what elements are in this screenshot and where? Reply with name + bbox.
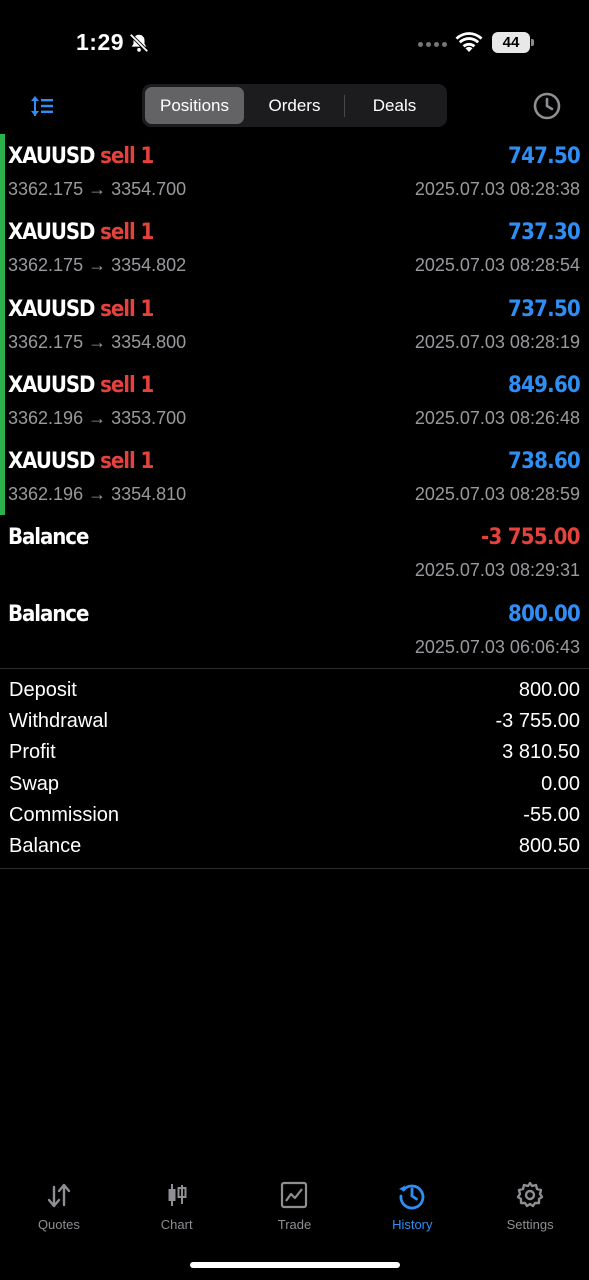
balance-label: Balance: [8, 525, 89, 551]
balance-amount: -3 755.00: [481, 525, 581, 551]
balance-row[interactable]: Balance 800.00 2025.07.03 06:06:43: [0, 592, 589, 668]
battery-tip: [531, 39, 534, 46]
quotes-arrows-icon: [47, 1183, 71, 1208]
tab-label: Quotes: [37, 1217, 80, 1232]
segment-deals[interactable]: Deals: [345, 87, 444, 124]
deal-profit: 849.60: [507, 372, 581, 398]
deal-time: 2025.07.03 08:28:19: [414, 331, 580, 352]
bell-slash-icon: [129, 33, 149, 53]
summary-label: Deposit: [9, 679, 77, 701]
segmented-control: Positions Orders Deals: [142, 84, 447, 127]
tab-label: Chart: [160, 1217, 193, 1232]
segment-positions[interactable]: Positions: [145, 87, 244, 124]
summary-label: Withdrawal: [9, 710, 108, 733]
tab-label: History: [392, 1217, 433, 1232]
segment-orders[interactable]: Orders: [245, 87, 344, 124]
history-icon: [399, 1184, 425, 1210]
tab-chart[interactable]: Chart: [118, 1172, 236, 1242]
gear-icon: [516, 1181, 544, 1208]
sort-icon[interactable]: [28, 92, 56, 120]
home-indicator[interactable]: [190, 1262, 400, 1268]
deal-side: sell 1: [100, 144, 154, 169]
deal-symbol: XAUUSD sell 1: [8, 296, 154, 322]
summary-value: -55.00: [523, 803, 580, 826]
position-row[interactable]: XAUUSD sell 1 738.60 3362.196 → 3354.810…: [0, 439, 589, 516]
summary-value: -3 755.00: [495, 710, 580, 733]
position-row[interactable]: XAUUSD sell 1 737.30 3362.175 → 3354.802…: [0, 210, 589, 287]
deal-side: sell 1: [100, 372, 154, 398]
deal-time: 2025.07.03 08:28:38: [414, 179, 580, 199]
balance-time: 2025.07.03 08:29:31: [414, 560, 580, 581]
summary-divider: [0, 868, 589, 869]
deal-side: sell 1: [100, 449, 154, 475]
deal-time: 2025.07.03 08:26:48: [414, 407, 580, 428]
position-row[interactable]: XAUUSD sell 1 849.60 3362.196 → 3353.700…: [0, 362, 589, 440]
tab-bar: Quotes Chart Trade History Settings: [0, 1172, 589, 1242]
tab-quotes[interactable]: Quotes: [0, 1172, 118, 1242]
deal-profit: 737.50: [507, 296, 581, 322]
balance-amount: 800.00: [507, 601, 581, 627]
balance-label: Balance: [8, 601, 89, 627]
tab-history[interactable]: History: [353, 1172, 471, 1242]
deal-prices: 3362.175 → 3354.802: [8, 255, 187, 276]
deal-symbol: XAUUSD sell 1: [8, 372, 154, 398]
summary-row-withdrawal: Withdrawal -3 755.00: [0, 707, 589, 738]
summary-value: 3 810.50: [502, 741, 580, 764]
summary-label: Commission: [9, 803, 120, 826]
history-header: Positions Orders Deals: [0, 84, 589, 128]
deal-symbol: XAUUSD sell 1: [8, 144, 154, 169]
tab-settings[interactable]: Settings: [471, 1172, 589, 1242]
summary-divider: [0, 668, 589, 669]
deal-profit: 738.60: [507, 449, 581, 475]
trade-chart-icon: [281, 1181, 308, 1209]
tab-label: Trade: [277, 1217, 312, 1232]
deal-profit: 737.30: [507, 220, 581, 246]
deal-profit: 747.50: [507, 144, 581, 169]
period-clock-icon[interactable]: [532, 91, 562, 121]
signal-dots-icon: [418, 42, 447, 47]
deal-side: sell 1: [100, 220, 154, 246]
battery-indicator: 44: [492, 32, 530, 53]
deal-prices: 3362.175 → 3354.700: [8, 179, 187, 199]
candlestick-icon: [168, 1184, 187, 1206]
summary-row-deposit: Deposit 800.00: [0, 676, 589, 707]
summary-value: 800.00: [518, 679, 580, 701]
deal-side: sell 1: [100, 296, 154, 322]
deal-time: 2025.07.03 08:28:59: [414, 484, 580, 505]
balance-time: 2025.07.03 06:06:43: [414, 636, 580, 657]
status-bar: 1:29 44: [0, 0, 589, 80]
summary-row-commission: Commission -55.00: [0, 801, 589, 832]
summary-table: Deposit 800.00 Withdrawal -3 755.00 Prof…: [0, 676, 589, 863]
summary-row-balance: Balance 800.50: [0, 832, 589, 863]
summary-value: 0.00: [541, 772, 580, 795]
deal-symbol: XAUUSD sell 1: [8, 220, 154, 246]
position-row[interactable]: XAUUSD sell 1 737.50 3362.175 → 3354.800…: [0, 286, 589, 363]
status-time: 1:29: [76, 29, 125, 55]
deal-prices: 3362.196 → 3354.810: [8, 484, 187, 505]
position-row[interactable]: XAUUSD sell 1 747.50 3362.175 → 3354.700…: [0, 134, 589, 211]
wifi-icon: [455, 32, 483, 52]
summary-value: 800.50: [518, 834, 580, 857]
deal-prices: 3362.175 → 3354.800: [8, 331, 187, 352]
summary-label: Balance: [9, 834, 82, 857]
summary-row-profit: Profit 3 810.50: [0, 738, 589, 769]
deals-list: XAUUSD sell 1 747.50 3362.175 → 3354.700…: [0, 134, 589, 668]
summary-row-swap: Swap 0.00: [0, 770, 589, 801]
deal-time: 2025.07.03 08:28:54: [414, 255, 580, 276]
deal-symbol: XAUUSD sell 1: [8, 449, 154, 475]
tab-label: Settings: [506, 1217, 554, 1232]
summary-label: Swap: [9, 772, 60, 795]
deal-prices: 3362.196 → 3353.700: [8, 407, 187, 428]
balance-row[interactable]: Balance -3 755.00 2025.07.03 08:29:31: [0, 515, 589, 591]
tab-trade[interactable]: Trade: [236, 1172, 354, 1242]
summary-label: Profit: [9, 741, 56, 764]
